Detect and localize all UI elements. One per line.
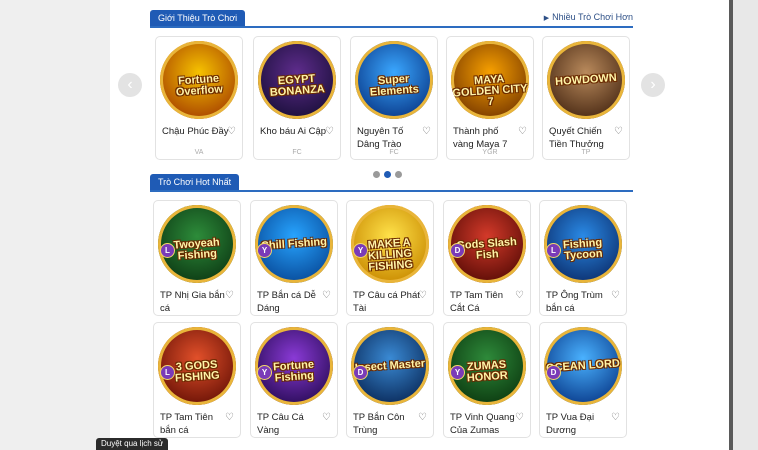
hot_section-game-card[interactable]: Insect Master D TP Bắn Côn Trùng ♡ [346,322,434,438]
provider-badge: Y [450,365,465,380]
carousel-next-button[interactable]: › [641,73,665,97]
triangle-right-icon: ▶ [543,15,550,22]
favorite-heart-icon[interactable]: ♡ [611,411,620,424]
game-thumbnail[interactable]: 3 GODS FISHING L [158,327,236,405]
favorite-heart-icon[interactable]: ♡ [227,125,236,138]
provider-badge: D [353,365,368,380]
favorite-heart-icon[interactable]: ♡ [515,411,524,424]
more-games-link[interactable]: ▶ Nhiều Trò Chơi Hơn [544,12,633,22]
favorite-heart-icon[interactable]: ♡ [322,411,331,424]
game-name: Quyết Chiến Tiền Thưởng [549,126,604,150]
game-name: TP Bắn Côn Trùng [353,412,405,436]
game-logo-art: EGYPT BONANZA [269,73,326,100]
scrollbar[interactable] [729,0,733,450]
game-provider: TP [581,149,591,156]
favorite-heart-icon[interactable]: ♡ [422,125,431,138]
game-provider: FC [389,149,399,156]
game-thumbnail[interactable]: Fishing Tycoon L [544,205,622,283]
game-name: TP Câu cá Phát Tài [353,290,420,314]
intro-section-header: Giới Thiệu Trò Chơi ▶ Nhiều Trò Chơi Hơn [150,10,633,28]
game-name: Nguyên Tố Dâng Trào [357,126,404,150]
game-name: Chậu Phúc Đầy [162,126,229,137]
favorite-heart-icon[interactable]: ♡ [515,289,524,302]
provider-badge: L [160,243,175,258]
game-name: TP Vua Đại Dương [546,412,595,436]
game-thumbnail[interactable]: Chill Fishing Y [255,205,333,283]
chevron-left-icon: ‹ [127,76,133,93]
game-logo-art: MAYA GOLDEN CITY 7 [452,73,528,109]
game-thumbnail[interactable]: OCEAN LORD D [544,327,622,405]
game-name: TP Câu Cá Vàng [257,412,304,436]
game-name: TP Bắn cá Dễ Dáng [257,290,316,314]
game-provider: VA [194,149,204,156]
game-name: TP Tam Tiên Cắt Cá [450,290,503,314]
game-thumbnail[interactable]: Twoyeah Fishing L [158,205,236,283]
game-thumbnail[interactable]: ZUMAS HONOR Y [448,327,526,405]
game-name: TP Tam Tiên bắn cá [160,412,213,436]
game-thumbnail[interactable]: MAKE A KILLING FISHING Y [351,205,429,283]
provider-badge: Y [257,243,272,258]
intro-section-title: Giới Thiệu Trò Chơi [150,10,246,26]
game-logo-art: Super Elements [369,73,420,99]
hot_section-game-card[interactable]: ZUMAS HONOR Y TP Vinh Quang Của Zumas ♡ [443,322,531,438]
game-name: TP Ông Trùm bắn cá [546,290,603,314]
carousel-prev-button[interactable]: ‹ [118,73,142,97]
intro_section-game-card[interactable]: Fortune Overflow Chậu Phúc Đầy ♡ VA [155,36,243,160]
intro_section-game-card[interactable]: EGYPT BONANZA Kho báu Ai Cập ♡ FC [253,36,341,160]
game-thumbnail[interactable]: Super Elements [355,41,433,119]
favorite-heart-icon[interactable]: ♡ [611,289,620,302]
game-logo-art: HOWDOWN [554,72,618,89]
game-name: TP Vinh Quang Của Zumas [450,412,515,436]
provider-badge: Y [257,365,272,380]
favorite-heart-icon[interactable]: ♡ [614,125,623,138]
hot_section-game-card[interactable]: Twoyeah Fishing L TP Nhị Gia bắn cá ♡ [153,200,241,316]
hot_section-game-card[interactable]: Fortune Fishing Y TP Câu Cá Vàng ♡ [250,322,338,438]
game-name: Kho báu Ai Cập [260,126,327,137]
favorite-heart-icon[interactable]: ♡ [225,289,234,302]
provider-badge: D [546,365,561,380]
game-thumbnail[interactable]: HOWDOWN [547,41,625,119]
game-thumbnail[interactable]: MAYA GOLDEN CITY 7 [451,41,529,119]
provider-badge: L [160,365,175,380]
hot_section-game-card[interactable]: OCEAN LORD D TP Vua Đại Dương ♡ [539,322,627,438]
hot_section-game-card[interactable]: Chill Fishing Y TP Bắn cá Dễ Dáng ♡ [250,200,338,316]
game-name: TP Nhị Gia bắn cá [160,290,225,314]
hot-section-title: Trò Chơi Hot Nhất [150,174,240,190]
game-thumbnail[interactable]: EGYPT BONANZA [258,41,336,119]
hot_section-game-card[interactable]: Gods Slash Fish D TP Tam Tiên Cắt Cá ♡ [443,200,531,316]
favorite-heart-icon[interactable]: ♡ [322,289,331,302]
game-name: Thành phố vàng Maya 7 [453,126,508,150]
hot_section-game-card[interactable]: Fishing Tycoon L TP Ông Trùm bắn cá ♡ [539,200,627,316]
favorite-heart-icon[interactable]: ♡ [225,411,234,424]
hot_section-game-card[interactable]: MAKE A KILLING FISHING Y TP Câu cá Phát Tà… [346,200,434,316]
hot-section-header: Trò Chơi Hot Nhất [150,174,633,192]
provider-badge: L [546,243,561,258]
provider-badge: D [450,243,465,258]
favorite-heart-icon[interactable]: ♡ [418,289,427,302]
game-thumbnail[interactable]: Fortune Fishing Y [255,327,333,405]
game-thumbnail[interactable]: Fortune Overflow [160,41,238,119]
favorite-heart-icon[interactable]: ♡ [518,125,527,138]
favorite-heart-icon[interactable]: ♡ [325,125,334,138]
game-logo-art: Fortune Overflow [175,72,224,99]
page-gutter [730,0,758,450]
intro_section-game-card[interactable]: Super Elements Nguyên Tố Dâng Trào ♡ FC [350,36,438,160]
more-games-label: Nhiều Trò Chơi Hơn [552,12,633,22]
game-thumbnail[interactable]: Gods Slash Fish D [448,205,526,283]
intro_section-game-card[interactable]: HOWDOWN Quyết Chiến Tiền Thưởng ♡ TP [542,36,630,160]
chevron-right-icon: › [650,76,656,93]
game-provider: YGR [482,149,498,156]
game-thumbnail[interactable]: Insect Master D [351,327,429,405]
browse-history-bar[interactable]: Duyệt qua lịch sử [96,438,169,450]
intro_section-game-card[interactable]: MAYA GOLDEN CITY 7 Thành phố vàng Maya 7 ♡… [446,36,534,160]
hot_section-game-card[interactable]: 3 GODS FISHING L TP Tam Tiên bắn cá ♡ [153,322,241,438]
provider-badge: Y [353,243,368,258]
favorite-heart-icon[interactable]: ♡ [418,411,427,424]
game-provider: FC [292,149,302,156]
carousel-dots [373,165,406,178]
